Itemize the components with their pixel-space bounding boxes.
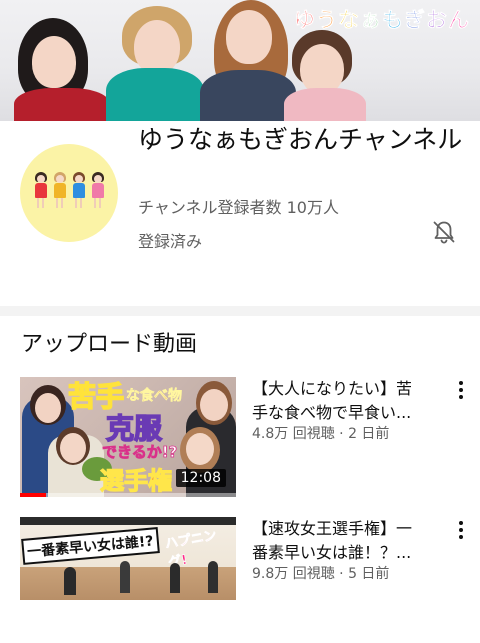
video-item[interactable]: 苦手 な食べ物 克服 できるか!? 選手権 12:08 【大人になりたい】苦 手… xyxy=(0,377,480,503)
channel-name: ゆうなぁもぎおんチャンネル xyxy=(138,125,463,154)
video-thumbnail[interactable]: 苦手 な食べ物 克服 できるか!? 選手権 12:08 xyxy=(20,377,236,497)
banner-person xyxy=(14,18,110,121)
bell-off-icon[interactable] xyxy=(430,218,458,246)
banner-person xyxy=(104,6,204,121)
banner-person xyxy=(196,0,296,121)
banner-logo-char: ぁ xyxy=(360,8,382,33)
section-divider xyxy=(0,306,480,316)
video-title-line: 手な食べ物で早食い... xyxy=(252,403,412,422)
channel-banner: ゆうなぁもぎおん xyxy=(0,0,480,121)
video-meta: 4.8万 回視聴 · 2 日前 xyxy=(252,423,389,443)
video-thumbnail[interactable]: 一番素早い女は誰!? ハプニング! xyxy=(20,517,236,600)
video-age: 2 日前 xyxy=(348,426,390,442)
channel-header: ゆうなぁもぎおんチャンネル チャンネル登録者数 10万人 登録済み xyxy=(0,121,480,306)
channel-avatar[interactable] xyxy=(20,144,118,242)
video-age: 5 日前 xyxy=(348,566,390,582)
video-views: 4.8万 回視聴 xyxy=(252,426,335,442)
video-views: 9.8万 回視聴 xyxy=(252,566,335,582)
more-vert-icon[interactable] xyxy=(456,379,466,401)
video-title-line: 番素早い女は誰！？... xyxy=(252,543,412,562)
video-duration: 12:08 xyxy=(175,469,226,487)
meta-separator: · xyxy=(334,426,349,442)
video-title-line: 【速攻女王選手権】一 xyxy=(252,519,413,538)
subscribed-button[interactable]: 登録済み xyxy=(138,228,202,252)
video-title[interactable]: 【大人になりたい】苦 手な食べ物で早食い... xyxy=(252,377,442,425)
video-title-line: 【大人になりたい】苦 xyxy=(252,379,413,398)
video-title[interactable]: 【速攻女王選手権】一 番素早い女は誰！？... xyxy=(252,517,442,565)
more-vert-icon[interactable] xyxy=(456,519,466,541)
banner-logo-char: ん xyxy=(448,8,470,33)
banner-logo-char: な xyxy=(338,8,360,33)
watch-progress-track xyxy=(20,493,236,497)
watch-progress xyxy=(20,493,46,497)
video-item[interactable]: 一番素早い女は誰!? ハプニング! 【速攻女王選手権】一 番素早い女は誰！？..… xyxy=(0,517,480,643)
video-meta: 9.8万 回視聴 · 5 日前 xyxy=(252,563,389,583)
uploads-heading: アップロード動画 xyxy=(21,332,198,357)
thumb-caption: 一番素早い女は誰!? xyxy=(21,527,160,565)
banner-logo-char: う xyxy=(316,8,338,33)
thumb-caption: な食べ物 xyxy=(126,388,183,405)
banner-logo-char: ゆ xyxy=(294,8,316,33)
banner-logo: ゆうなぁもぎおん xyxy=(294,4,470,34)
thumb-caption: できるか!? xyxy=(102,443,178,462)
banner-logo-char: も xyxy=(382,8,404,33)
thumb-caption: 選手権 xyxy=(99,466,172,495)
subscriber-count: チャンネル登録者数 10万人 xyxy=(138,198,339,217)
meta-separator: · xyxy=(334,566,349,582)
banner-logo-char: ぎ xyxy=(404,8,426,33)
banner-logo-char: お xyxy=(426,8,448,33)
banner-person xyxy=(284,30,366,121)
